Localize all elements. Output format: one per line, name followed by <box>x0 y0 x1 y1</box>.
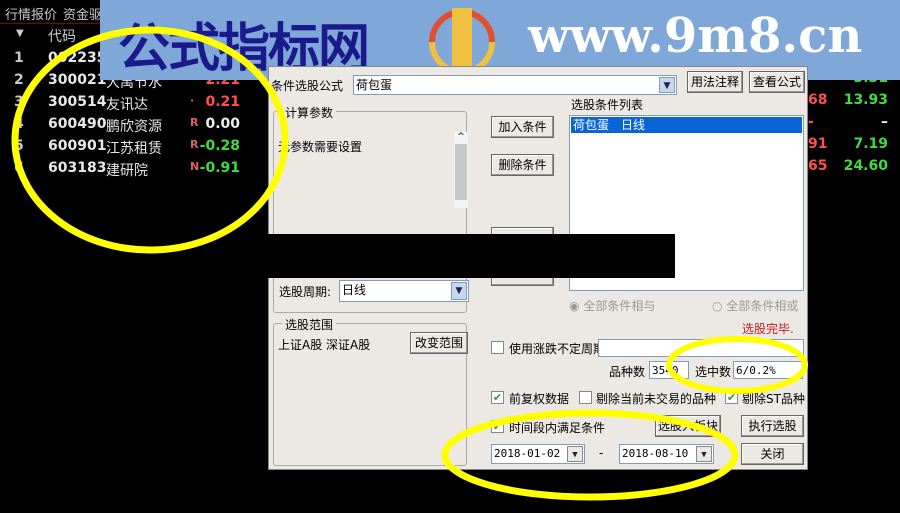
radio-or[interactable]: ○ 全部条件相或 <box>712 297 798 314</box>
range-group-label: 选股范围 <box>282 316 337 333</box>
row-index: 3 <box>14 94 24 110</box>
chevron-down-icon[interactable]: ▼ <box>451 282 467 300</box>
use-period-label: 使用涨跌不定周期 <box>509 342 606 356</box>
time-range-label: 时间段内满足条件 <box>509 421 606 435</box>
right-value: 24.60 <box>843 158 888 174</box>
scroll-up-icon[interactable]: ^ <box>454 132 468 142</box>
radio-and-label: 全部条件相与 <box>583 299 656 313</box>
formula-value: 荷包蛋 <box>356 78 393 92</box>
radio-checked-icon: ◉ <box>569 299 580 313</box>
condition-item[interactable]: 荷包蛋 日线 <box>571 117 802 133</box>
stock-code: 002235 <box>48 50 107 66</box>
exclude-st-label: 剔除ST品种 <box>742 392 805 406</box>
start-date: 2018-01-02 <box>494 447 561 460</box>
add-condition-button[interactable]: 加入条件 <box>491 116 554 138</box>
stock-code: 300021 <box>48 72 107 88</box>
formula-select[interactable]: 荷包蛋 ▼ <box>353 75 677 95</box>
range-text: 上证A股 深证A股 <box>278 338 371 352</box>
right-value: 7.19 <box>853 136 888 152</box>
stock-flag: R <box>190 138 199 151</box>
view-formula-button[interactable]: 查看公式 <box>749 71 805 93</box>
change-value: 0.21 <box>205 94 240 110</box>
fq-checkbox[interactable]: ✔ <box>491 391 504 404</box>
selected-label: 选中数 <box>695 365 732 379</box>
change-value: 0.00 <box>205 116 240 132</box>
table-row[interactable]: 6 603183 建研院 N -0.91 <box>0 158 260 180</box>
partial-value: 68 <box>808 92 828 108</box>
scroll-thumb[interactable] <box>455 144 467 200</box>
execute-button[interactable]: 执行选股 <box>741 415 804 437</box>
tab-quotes[interactable]: 行情报价 <box>5 4 57 23</box>
params-group-label: 计算参数 <box>282 104 337 121</box>
stock-name: 鹏欣资源 <box>106 119 162 135</box>
banner-url: www.9m8.cn <box>528 8 863 64</box>
row-index: 4 <box>14 116 24 132</box>
exclude-untraded-checkbox[interactable] <box>579 391 592 404</box>
use-period-checkbox[interactable] <box>491 341 504 354</box>
end-date-picker[interactable]: 2018-08-10 ▼ <box>619 444 714 464</box>
right-value: – <box>881 114 888 130</box>
stock-code: 603183 <box>48 160 107 176</box>
period-value: 日线 <box>342 283 367 297</box>
date-separator: - <box>599 446 604 460</box>
count-value: 3540 <box>649 361 689 379</box>
formula-label: 条件选股公式 <box>271 79 344 93</box>
column-header-code[interactable]: 代码 <box>48 26 76 46</box>
partial-value: 91 <box>808 136 828 152</box>
condition-list-label: 选股条件列表 <box>571 98 644 112</box>
stock-flag: · <box>190 94 195 107</box>
chevron-down-icon[interactable]: ▼ <box>567 446 583 462</box>
period-input[interactable] <box>598 339 804 357</box>
row-index: 5 <box>14 138 24 154</box>
partial-value: - <box>808 114 814 130</box>
selected-value: 6/0.2% <box>733 361 803 379</box>
table-row[interactable]: 3 300514 友讯达 · 0.21 <box>0 92 260 114</box>
row-index: 2 <box>14 72 24 88</box>
exclude-st-checkbox[interactable]: ✔ <box>725 391 738 404</box>
stock-name: 江苏租赁 <box>106 141 162 157</box>
range-group: 选股范围 上证A股 深证A股 改变范围 <box>273 316 468 466</box>
table-row[interactable]: 5 600901 江苏租赁 R -0.28 <box>0 136 260 158</box>
params-scrollbar[interactable]: ^ <box>454 132 468 208</box>
stock-name: 友讯达 <box>106 97 148 113</box>
radio-or-label: 全部条件相或 <box>726 299 799 313</box>
fq-label: 前复权数据 <box>509 392 570 406</box>
to-block-button[interactable]: 选股入板块 <box>655 415 721 437</box>
exclude-untraded-label: 剔除当前未交易的品种 <box>596 392 717 406</box>
change-range-button[interactable]: 改变范围 <box>410 332 468 354</box>
row-index: 1 <box>14 50 24 66</box>
delete-condition-button[interactable]: 删除条件 <box>491 154 554 176</box>
count-label: 品种数 <box>609 365 646 379</box>
stock-code: 300514 <box>48 94 107 110</box>
sort-arrow-icon[interactable]: ▼ <box>16 28 24 39</box>
start-date-picker[interactable]: 2018-01-02 ▼ <box>491 444 585 464</box>
time-range-checkbox[interactable]: ✔ <box>491 420 504 433</box>
change-value: -0.91 <box>199 160 240 176</box>
chevron-down-icon[interactable]: ▼ <box>696 446 712 462</box>
table-row[interactable]: 4 600490 鹏欣资源 R 0.00 <box>0 114 260 136</box>
stock-name: 建研院 <box>106 163 148 179</box>
params-text: 无参数需要设置 <box>278 140 363 154</box>
period-select[interactable]: 日线 ▼ <box>339 280 469 302</box>
close-button[interactable]: 关闭 <box>741 443 804 465</box>
redaction-bar <box>268 234 675 278</box>
stock-code: 600901 <box>48 138 107 154</box>
partial-value: 65 <box>808 158 828 174</box>
change-value: -0.28 <box>199 138 240 154</box>
chevron-down-icon[interactable]: ▼ <box>659 77 675 93</box>
stock-code: 600490 <box>48 116 107 132</box>
right-value: 13.93 <box>843 92 888 108</box>
stock-flag: R <box>190 116 199 129</box>
row-index: 6 <box>14 160 24 176</box>
end-date: 2018-08-10 <box>622 447 689 460</box>
tab-funds[interactable]: 资金驱 <box>63 4 102 23</box>
stock-flag: N <box>190 160 200 173</box>
radio-and[interactable]: ◉ 全部条件相与 <box>569 297 655 314</box>
radio-unchecked-icon: ○ <box>712 299 723 313</box>
usage-button[interactable]: 用法注释 <box>687 71 743 93</box>
status-text: 选股完毕. <box>742 322 794 336</box>
period-label: 选股周期: <box>279 285 332 299</box>
